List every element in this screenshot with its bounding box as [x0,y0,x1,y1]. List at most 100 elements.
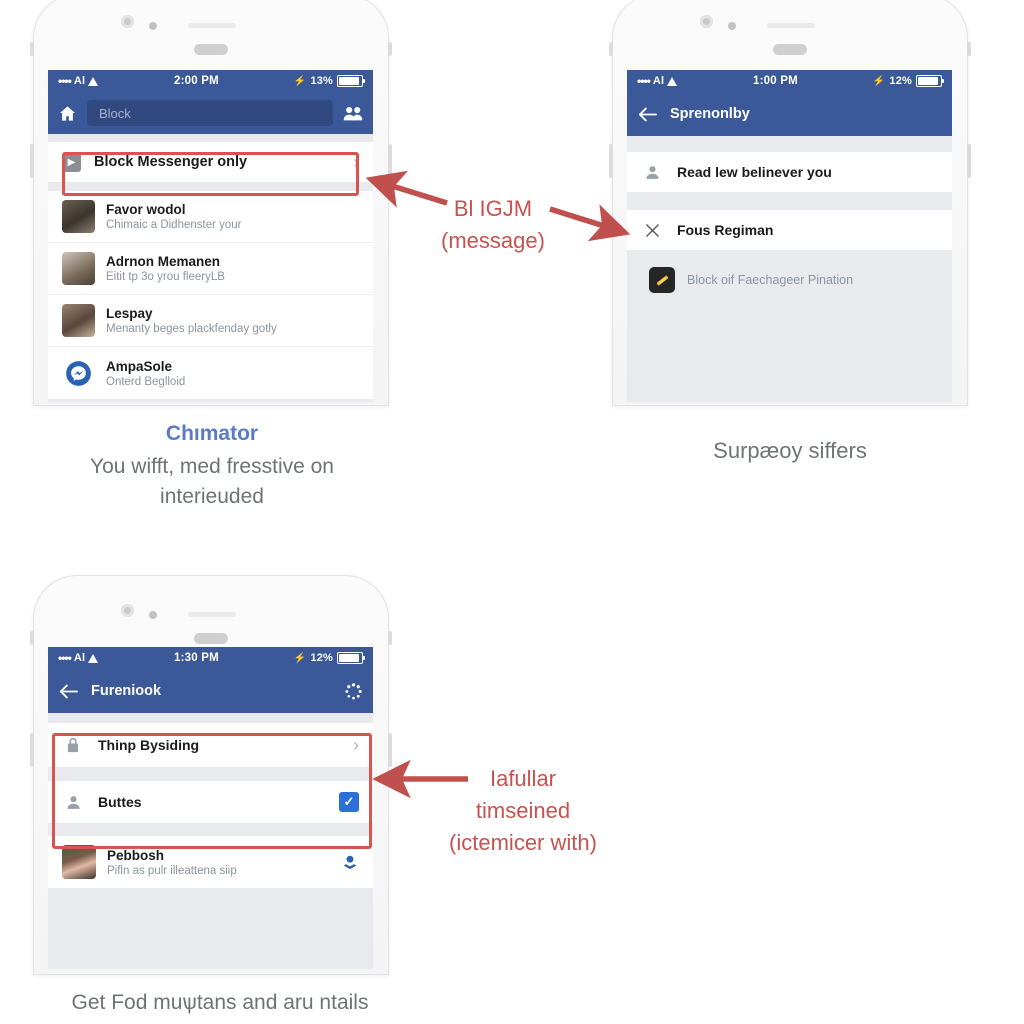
annotation-top: Bl IGJM (message) [413,193,573,257]
battery-percent: 13% [310,75,333,87]
contact-snippet: Pifln as pulr illeattena siip [107,864,237,877]
chevron-right-icon: › [353,734,359,755]
signal-dots-icon: •••• [58,651,72,665]
side-button[interactable] [30,733,34,767]
people-group-icon[interactable] [343,105,363,122]
loading-spinner-icon[interactable] [344,682,363,701]
phone-1-screen: •••• Al 2:00 PM ⚡ 13% Block ▶ Block Mess… [48,70,373,402]
earpiece-speaker-icon [188,612,236,617]
caption-left-line2: interieuded [160,484,264,508]
avatar [62,304,95,337]
close-x-icon [641,222,663,239]
list-item-pebbosh[interactable]: Pebbosh Pifln as pulr illeattena siip [48,836,373,888]
signal-dots-icon: •••• [58,74,72,88]
earpiece-speaker-icon [767,23,815,28]
status-time: 2:00 PM [174,75,219,87]
person-silhouette-icon [641,164,663,181]
caption-left: Chımator You wifft, med fresstive on int… [36,419,388,511]
annotation-bottom: Iafullar timseined (ictemicer with) [428,763,618,859]
contact-snippet: Eitit tp 3o yrou fleeryLB [106,271,225,283]
chevron-right-icon: › [353,151,359,172]
phone-3-navbar: Fureniook [48,669,373,713]
phone-mockup-1: •••• Al 2:00 PM ⚡ 13% Block ▶ Block Mess… [30,0,392,406]
caption-left-highlight: Chımator [165,422,259,445]
charging-bolt-icon: ⚡ [872,75,886,87]
side-button[interactable] [967,144,971,178]
front-camera-icon [700,15,713,28]
carrier-label: Al [73,652,86,664]
annotation-bottom-line3: (ictemicer with) [449,829,597,855]
row-read-receipts[interactable]: Read lew belinever you [627,152,952,192]
side-button[interactable] [609,144,613,178]
download-badge-icon[interactable] [341,853,359,871]
wifi-icon [88,76,99,86]
list-item[interactable]: Favor wodol Chimaic a Didhenster your [48,191,373,243]
phone-mockup-3: •••• Al 1:30 PM ⚡ 12% Fureniook Thinp By… [30,575,392,975]
earpiece-slot-icon [194,44,228,55]
contact-name: Pebbosh [107,847,165,863]
side-button[interactable] [388,42,392,56]
side-button[interactable] [30,631,34,645]
side-button[interactable] [388,144,392,178]
annotation-bottom-line1: Iafullar [489,766,557,791]
avatar [62,252,95,285]
list-item[interactable]: Adrnon Memanen Eitit tp 3o yrou fleeryLB [48,243,373,295]
side-button[interactable] [30,42,34,56]
caption-right: Surpæoy siffers [640,435,940,466]
home-icon[interactable] [58,104,77,123]
proximity-sensor-icon [149,611,157,619]
carrier-label: Al [652,75,665,87]
annotation-bottom-line2: timseined [475,797,571,823]
phone-1-status-bar: •••• Al 2:00 PM ⚡ 13% [48,70,373,92]
wifi-icon [88,653,99,663]
earpiece-slot-icon [773,44,807,55]
phone-1-navbar: Block [48,92,373,134]
contact-snippet: Menanty beges plackfenday gotly [106,323,277,335]
row-focus-regiman[interactable]: Fous Regiman [627,210,952,250]
front-camera-icon [121,15,134,28]
charging-bolt-icon: ⚡ [293,652,307,664]
screenshot-canvas: •••• Al 2:00 PM ⚡ 13% Block ▶ Block Mess… [0,0,1024,1024]
carrier-label: Al [73,75,86,87]
phone-1-content: ▶ Block Messenger only › Favor wodol Chi… [48,134,373,399]
side-button[interactable] [388,733,392,767]
battery-percent: 12% [310,652,333,664]
battery-icon [337,652,365,664]
phone-2-screen: •••• Al 1:00 PM ⚡ 12% Sprenonlby Read le… [627,70,952,402]
back-arrow-icon[interactable] [637,106,658,123]
avatar [62,200,95,233]
row-title: Thinp Bysiding [98,737,200,753]
earpiece-slot-icon [194,633,228,644]
list-item[interactable]: Lespay Menanty beges plackfenday gotly [48,295,373,347]
contact-snippet: Onterd Beglloid [106,375,186,388]
caption-right-text: Surpæoy siffers [713,438,867,463]
side-button[interactable] [609,42,613,56]
row-thinp-bysiding[interactable]: Thinp Bysiding › [48,723,373,767]
earpiece-speaker-icon [188,23,236,28]
side-button[interactable] [388,631,392,645]
front-camera-icon [121,604,134,617]
contact-name: Lespay [106,306,153,321]
checkbox-checked[interactable]: ✓ [339,792,359,812]
play-square-icon: ▶ [62,152,81,172]
back-arrow-icon[interactable] [58,683,79,700]
contact-name: Favor wodol [106,202,186,217]
list-item[interactable]: AmpaSole Onterd Beglloid [48,347,373,399]
phone-2-content: Read lew belinever you Fous Regiman Bloc… [627,136,952,402]
row-block-messenger-only[interactable]: ▶ Block Messenger only › [48,142,373,182]
battery-percent: 12% [889,75,912,87]
battery-icon [916,75,944,87]
phone-2-navbar: Sprenonlby [627,92,952,136]
side-button[interactable] [967,42,971,56]
status-time: 1:30 PM [174,652,219,664]
search-input[interactable]: Block [87,100,333,126]
caption-left-line1: You wifft, med fresstive on [90,454,334,478]
row-buttes[interactable]: Buttes ✓ [48,781,373,823]
battery-icon [337,75,365,87]
contact-name: AmpaSole [106,358,173,374]
annotation-top-line2: (message) [441,227,545,253]
lock-icon [62,736,84,754]
contact-name: Adrnon Memanen [106,254,221,269]
side-button[interactable] [30,144,34,178]
phone-3-screen: •••• Al 1:30 PM ⚡ 12% Fureniook Thinp By… [48,647,373,969]
